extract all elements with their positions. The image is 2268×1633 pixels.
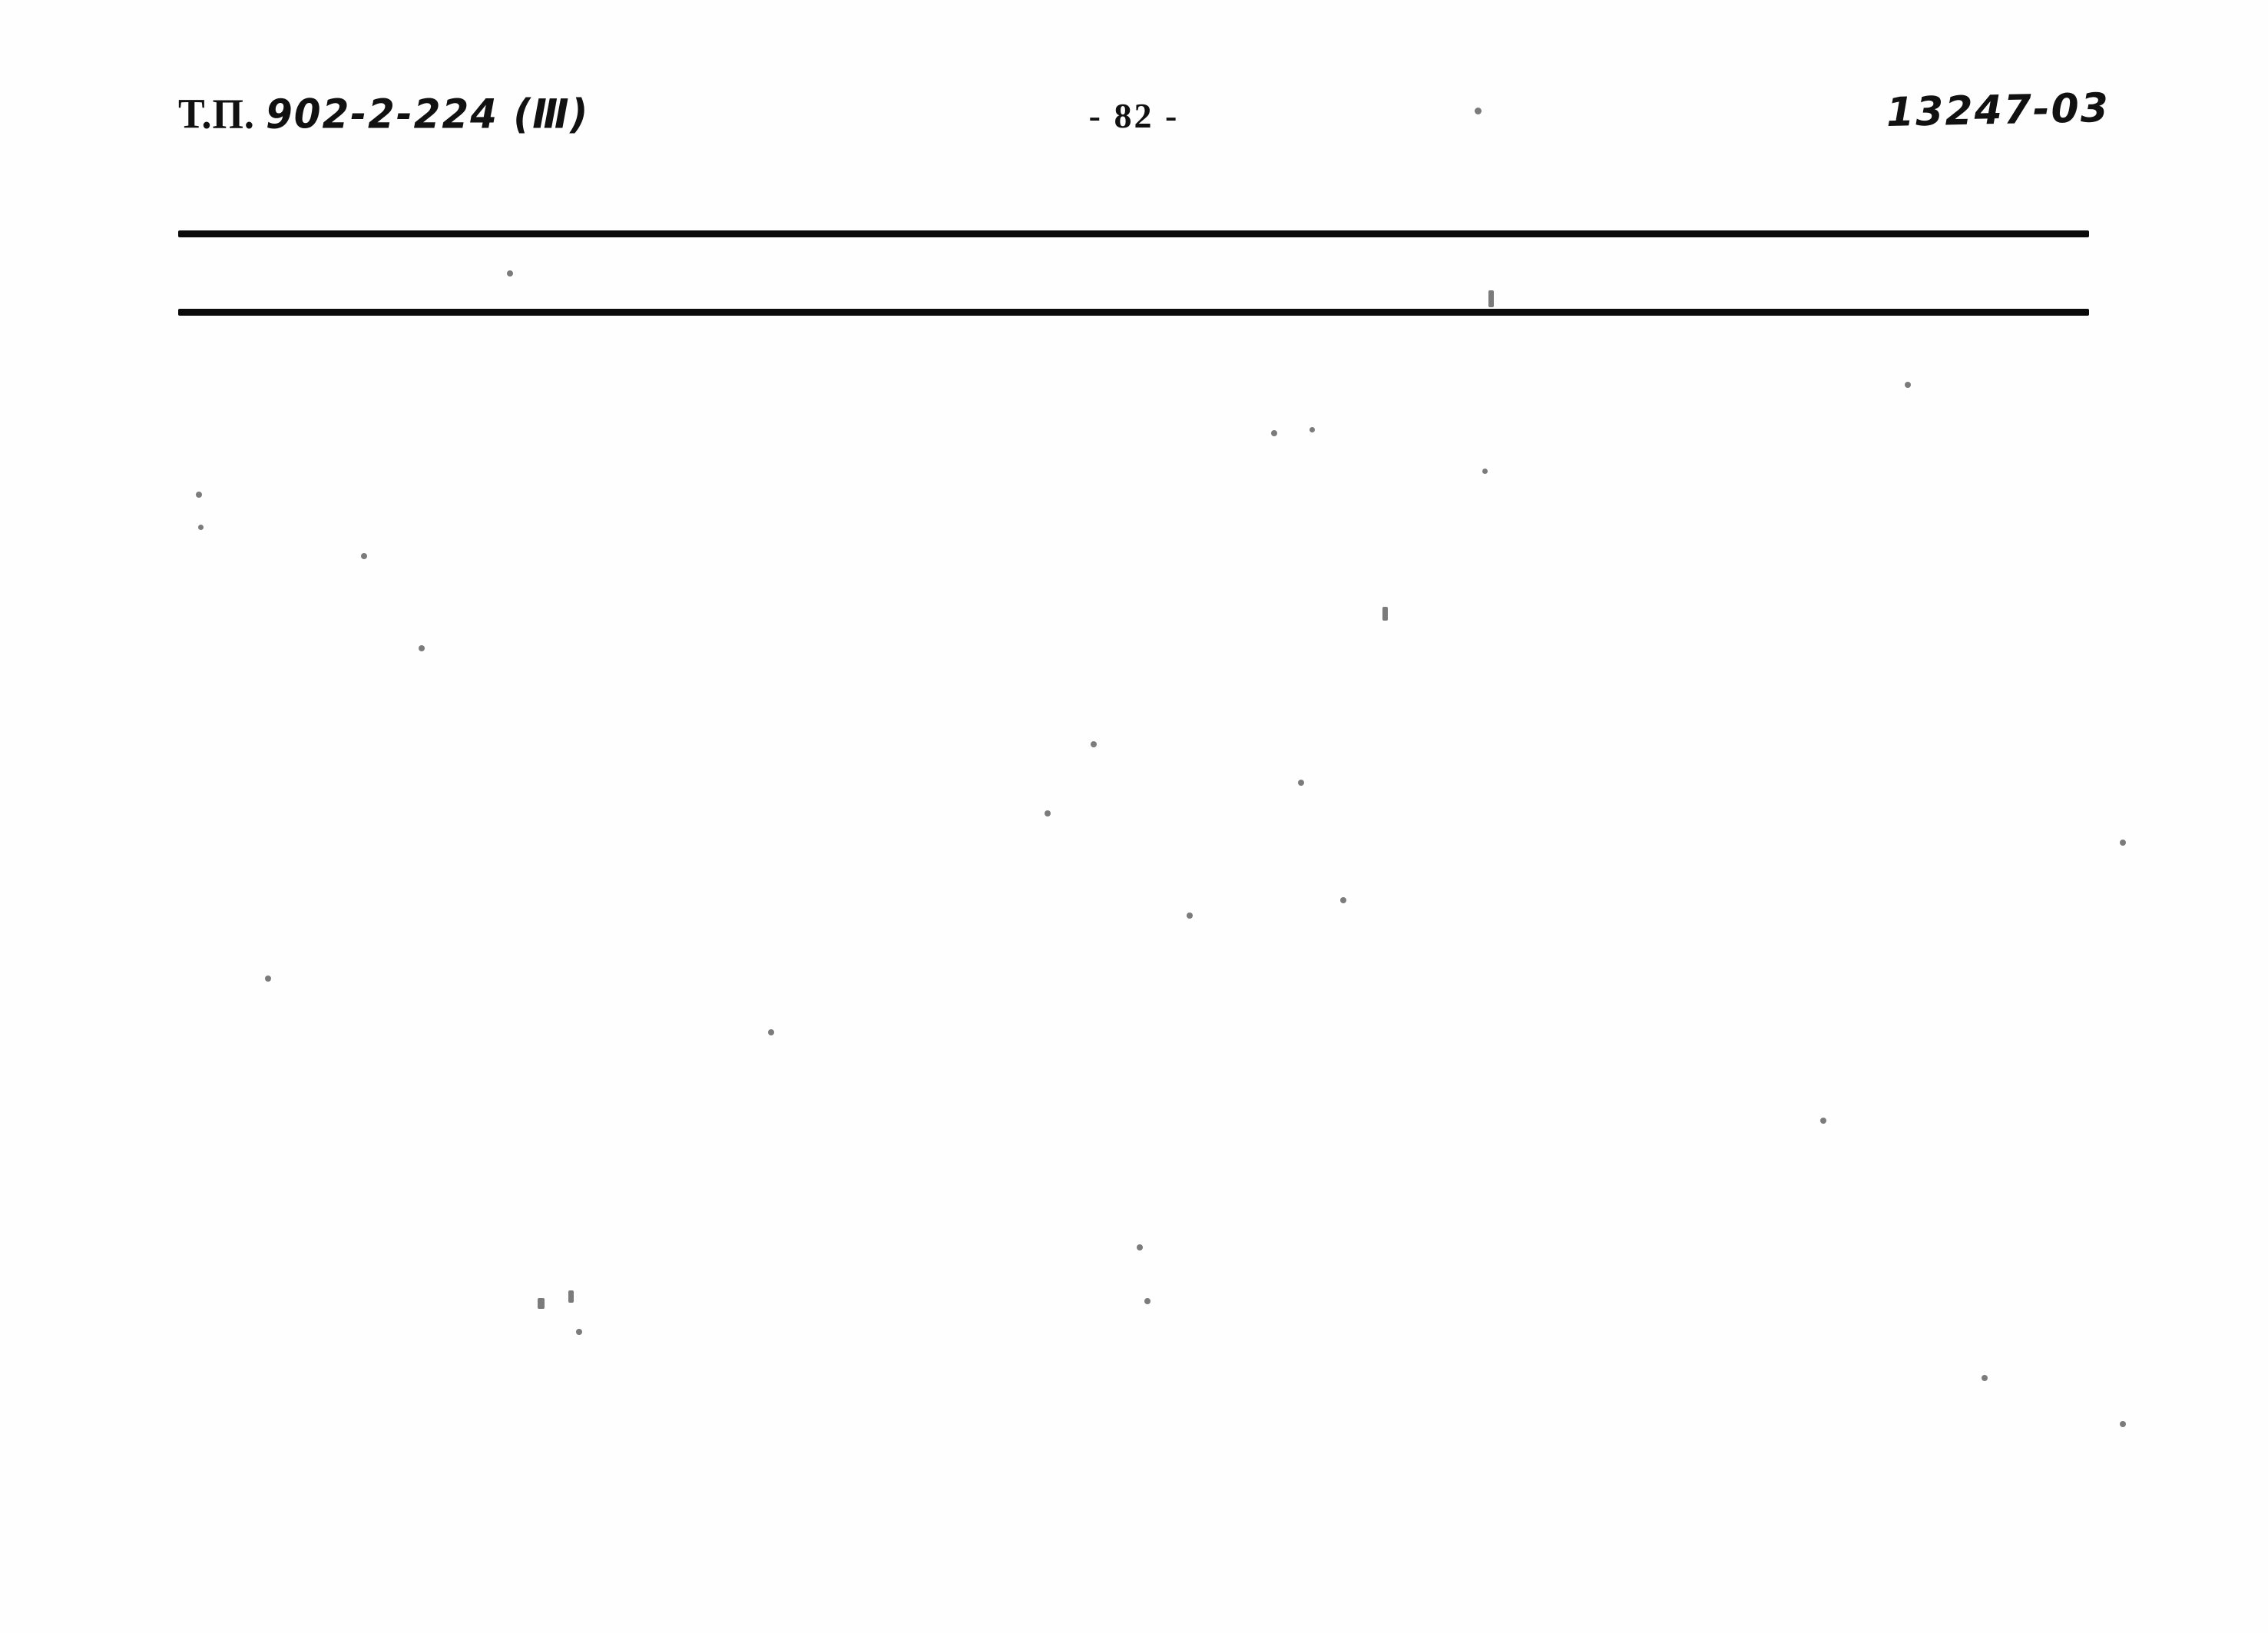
scan-artifact	[1137, 1244, 1143, 1250]
scan-artifact	[568, 1290, 574, 1303]
scan-artifact	[1298, 780, 1304, 786]
scan-artifact	[265, 975, 271, 982]
scan-artifact	[1144, 1298, 1151, 1304]
scan-artifact	[361, 553, 367, 559]
scan-artifact	[1271, 430, 1277, 436]
scan-artifact	[1482, 469, 1488, 474]
scan-artifact	[196, 492, 202, 498]
scan-artifact	[576, 1329, 582, 1335]
scan-artifact	[1091, 741, 1097, 747]
scan-artifact	[1488, 290, 1494, 307]
table-top-rule	[178, 230, 2089, 237]
scan-artifact	[1309, 427, 1315, 432]
scan-artifact	[1820, 1118, 1826, 1124]
scan-artifact	[419, 645, 425, 651]
scan-artifact	[1045, 810, 1051, 816]
scan-artifact	[1340, 897, 1346, 903]
table-column-headers	[0, 246, 2268, 304]
scan-artifact	[507, 270, 513, 277]
table-header-rule	[178, 309, 2089, 316]
scan-artifact	[1905, 382, 1911, 388]
scan-artifact	[198, 525, 204, 530]
scan-artifact	[1382, 607, 1388, 621]
scan-artifact	[1475, 108, 1482, 114]
document-page: Т.П. 902-2-224 (Ⅲ) - 82 - 13247-03	[0, 0, 2268, 1633]
scan-artifact	[1187, 913, 1193, 919]
document-header: Т.П. 902-2-224 (Ⅲ) - 82 - 13247-03	[0, 85, 2268, 160]
scan-artifact	[2120, 840, 2126, 846]
scan-artifact	[538, 1298, 545, 1309]
scan-artifact	[2120, 1421, 2126, 1427]
scan-artifact	[1982, 1375, 1988, 1381]
scan-artifact	[768, 1029, 774, 1035]
archive-stamp: 13247-03	[1886, 84, 2111, 137]
